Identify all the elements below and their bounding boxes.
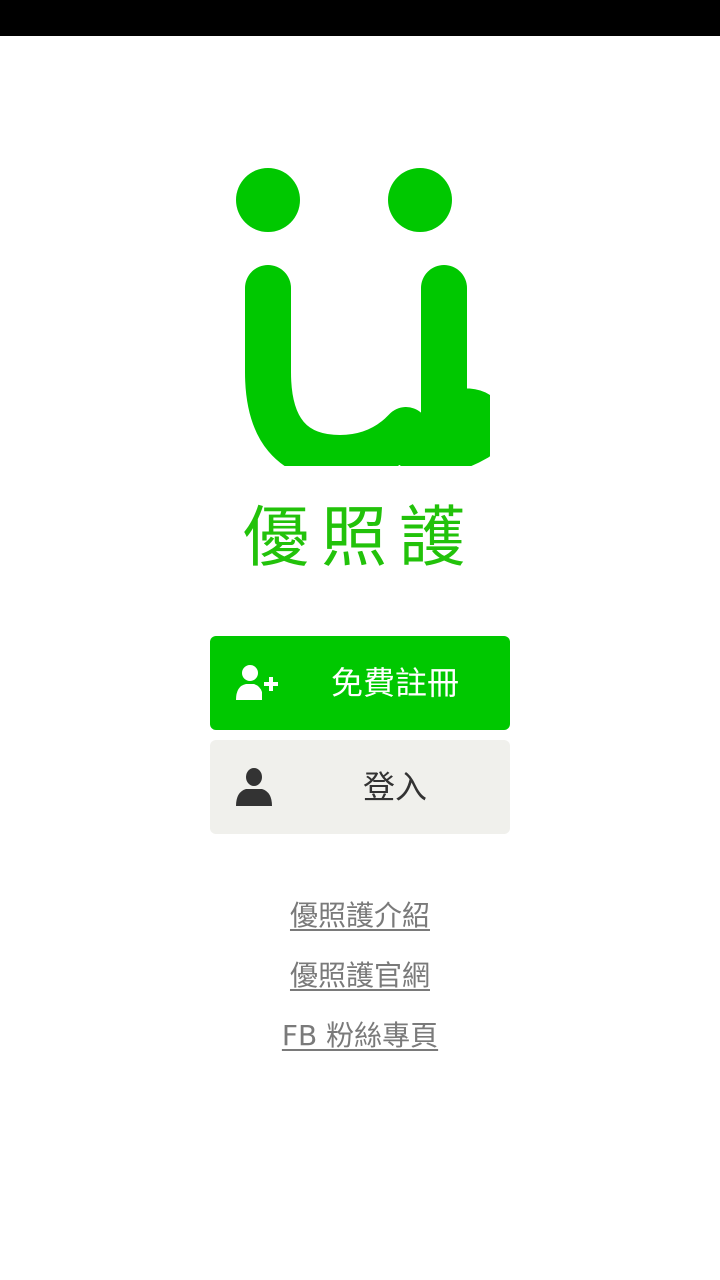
welcome-screen: 優照護 免費註冊 登入 優照護介紹 優照護官網 FB 粉絲專頁	[0, 0, 720, 1280]
brand-name: 優照護	[243, 499, 477, 576]
register-button[interactable]: 免費註冊	[210, 636, 510, 730]
u-smile-logo-icon	[236, 168, 490, 466]
links-section: 優照護介紹 優照護官網 FB 粉絲專頁	[0, 886, 720, 1066]
login-button[interactable]: 登入	[210, 740, 510, 834]
fb-page-link[interactable]: FB 粉絲專頁	[0, 1006, 720, 1066]
status-bar	[0, 0, 720, 36]
website-link[interactable]: 優照護官網	[0, 946, 720, 1006]
intro-link[interactable]: 優照護介紹	[0, 886, 720, 946]
user-icon	[236, 768, 272, 806]
add-user-icon	[236, 665, 278, 700]
register-label: 免費註冊	[330, 664, 459, 702]
login-label: 登入	[362, 768, 427, 806]
